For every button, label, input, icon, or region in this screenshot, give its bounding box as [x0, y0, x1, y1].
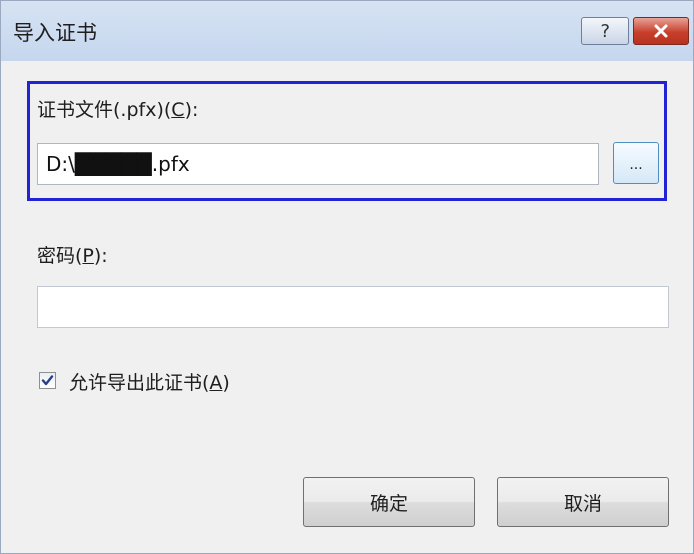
ok-button-label: 确定: [369, 492, 408, 515]
allow-export-label[interactable]: 允许导出此证书(A): [69, 368, 230, 395]
password-label: 密码(P):: [37, 245, 108, 267]
checkmark-icon: [41, 375, 54, 386]
certificate-file-input[interactable]: D:\█████.pfx: [37, 143, 599, 185]
certificate-file-label: 证书文件(.pfx)(C):: [37, 99, 199, 121]
import-certificate-dialog: 导入证书 ? 证书文件(.pfx)(C): D:\█████.pfx ... 密…: [0, 0, 694, 554]
dialog-title: 导入证书: [13, 21, 97, 45]
cancel-button-label: 取消: [563, 492, 602, 515]
close-button[interactable]: [633, 17, 689, 45]
allow-export-checkbox[interactable]: [39, 372, 56, 389]
help-icon: ?: [599, 20, 611, 42]
password-input[interactable]: [37, 286, 669, 328]
certificate-file-path: D:\█████.pfx: [46, 152, 190, 176]
ok-button[interactable]: 确定: [303, 477, 475, 527]
browse-button[interactable]: ...: [613, 142, 659, 184]
help-button[interactable]: ?: [581, 17, 629, 45]
title-bar[interactable]: 导入证书 ?: [1, 1, 693, 61]
cancel-button[interactable]: 取消: [497, 477, 669, 527]
ellipsis-icon: ...: [629, 157, 643, 173]
close-icon: [654, 24, 668, 38]
